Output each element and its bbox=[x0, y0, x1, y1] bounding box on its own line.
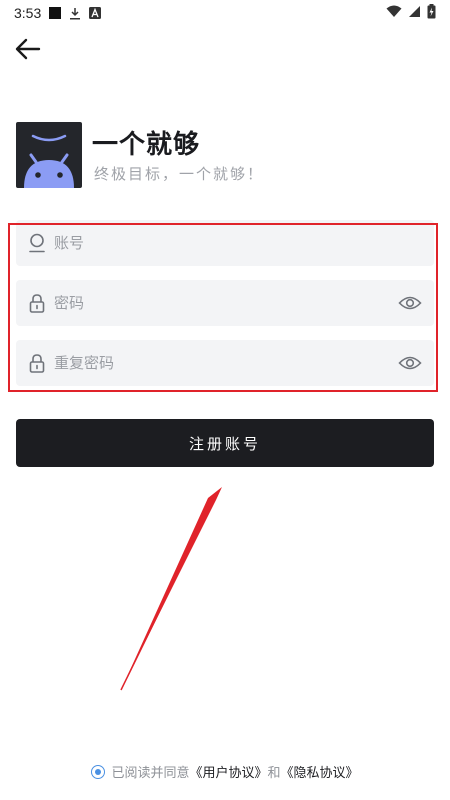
privacy-agreement-link[interactable]: 《隐私协议》 bbox=[281, 762, 359, 781]
a-badge-icon bbox=[89, 7, 102, 19]
agreement-row: 已阅读并同意 《用户协议》 和 《隐私协议》 bbox=[0, 762, 450, 781]
back-button[interactable] bbox=[12, 34, 44, 64]
radio-dot bbox=[95, 768, 102, 775]
annotation-arrow bbox=[120, 487, 222, 691]
battery-charging-icon bbox=[427, 3, 436, 23]
register-button[interactable]: 注册账号 bbox=[16, 419, 434, 467]
user-agreement-link[interactable]: 《用户协议》 bbox=[189, 762, 267, 781]
status-time: 3:53 bbox=[14, 5, 42, 21]
arrow-left-icon bbox=[15, 38, 41, 60]
status-bar: 3:53 bbox=[0, 0, 450, 26]
android-logo-icon bbox=[24, 134, 74, 188]
status-left: 3:53 bbox=[14, 5, 102, 21]
notification-square-icon bbox=[49, 7, 62, 19]
wifi-icon bbox=[386, 5, 402, 22]
agreement-conjunction: 和 bbox=[267, 766, 281, 781]
agreement-checkbox[interactable] bbox=[91, 764, 106, 779]
app-logo bbox=[16, 122, 82, 188]
app-subtitle: 终极目标，一个就够！ bbox=[94, 165, 265, 183]
app-title: 一个就够 bbox=[92, 130, 201, 160]
agreement-prefix: 已阅读并同意 bbox=[111, 766, 190, 781]
form-highlight-box bbox=[8, 223, 438, 392]
status-right bbox=[386, 3, 436, 23]
cell-signal-icon bbox=[408, 5, 421, 22]
download-icon bbox=[69, 7, 81, 20]
